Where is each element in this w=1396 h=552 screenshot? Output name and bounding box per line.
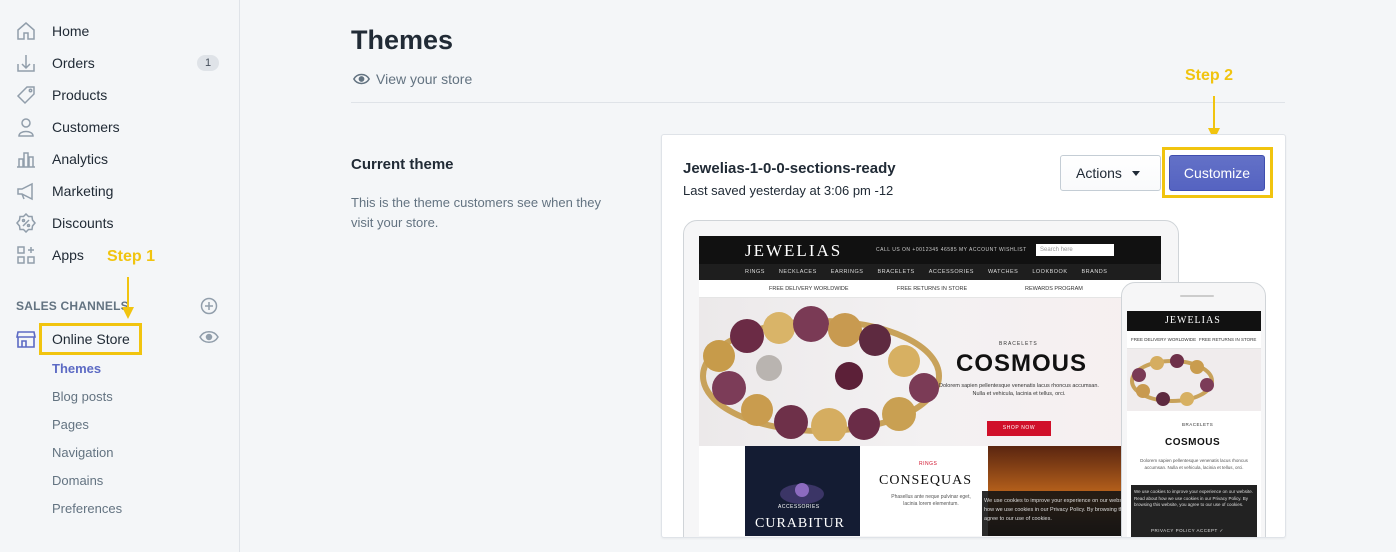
sidebar-item-marketing[interactable]: Marketing	[0, 175, 239, 207]
view-store-label: View your store	[376, 71, 473, 87]
mobile-hero-tag: BRACELETS	[1182, 422, 1214, 427]
preview-header: JEWELIAS CALL US ON +0012345 46585 MY AC…	[699, 236, 1161, 264]
preview-strip-item: FREE RETURNS IN STORE	[897, 286, 968, 292]
discount-icon	[16, 213, 36, 233]
preview-nav-item: BRACELETS	[877, 269, 915, 275]
customize-highlight	[1162, 147, 1273, 198]
sidebar-subitem-preferences[interactable]: Preferences	[52, 501, 122, 516]
orders-count-badge: 1	[197, 55, 219, 71]
preview-strip-item: REWARDS PROGRAM	[1025, 286, 1083, 292]
sidebar-item-label: Discounts	[52, 215, 114, 231]
sidebar-item-label: Products	[52, 87, 108, 103]
preview-tile-accessories: ACCESSORIES CURABITUR	[745, 446, 860, 536]
preview-tile2-name: CONSEQUAS	[879, 473, 973, 488]
mobile-preview-strip: FREE DELIVERY WORLDWIDE FREE RETURNS IN …	[1127, 331, 1261, 349]
step1-label: Step 1	[107, 248, 156, 265]
preview-hero-title: COSMOUS	[956, 350, 1088, 377]
preview-tile1-name: CURABITUR	[755, 516, 845, 531]
gem-image	[780, 483, 824, 504]
mobile-preview-logo: JEWELIAS	[1165, 315, 1221, 326]
preview-hero: BRACELETS COSMOUS Dolorem sapien pellent…	[699, 298, 1161, 446]
sidebar-item-products[interactable]: Products	[0, 79, 239, 111]
preview-strip: FREE DELIVERY WORLDWIDE FREE RETURNS IN …	[699, 280, 1161, 298]
mobile-hero-copy: Dolorem sapien pellentesque venenatis la…	[1140, 458, 1248, 470]
tag-icon	[16, 85, 36, 105]
sidebar-item-customers[interactable]: Customers	[0, 111, 239, 143]
mobile-preview-hero	[1127, 349, 1261, 411]
phone-speaker	[1180, 295, 1214, 297]
mobile-strip-item: FREE DELIVERY WORLDWIDE	[1131, 337, 1197, 342]
sidebar-item-label: Analytics	[52, 151, 109, 167]
sidebar-item-label: Home	[52, 23, 90, 39]
add-sales-channel-icon[interactable]	[200, 297, 218, 315]
online-store-highlight	[39, 323, 142, 355]
preview-shop-now-button: SHOP NOW	[987, 421, 1051, 436]
apps-icon	[16, 245, 36, 265]
sidebar-item-home[interactable]: Home	[0, 15, 239, 47]
actions-dropdown-button[interactable]: Actions	[1060, 155, 1161, 191]
view-online-store-eye-icon[interactable]	[199, 330, 219, 346]
preview-search: Search here	[1036, 244, 1114, 256]
preview-hero-copy: Dolorem sapien pellentesque venenatis la…	[939, 383, 1099, 397]
preview-nav: RINGS NECKLACES EARRINGS BRACELETS ACCES…	[699, 264, 1161, 280]
preview-top-links: CALL US ON +0012345 46585 MY ACCOUNT WIS…	[876, 247, 1027, 253]
sidebar-subitem-pages[interactable]: Pages	[52, 417, 89, 432]
desktop-preview-screen: JEWELIAS CALL US ON +0012345 46585 MY AC…	[699, 236, 1161, 536]
megaphone-icon	[16, 181, 36, 201]
step1-arrow	[122, 277, 134, 319]
page-title: Themes	[351, 25, 454, 55]
preview-nav-item: ACCESSORIES	[928, 269, 974, 275]
sidebar-subitem-navigation[interactable]: Navigation	[52, 445, 113, 460]
current-theme-description: This is the theme customers see when the…	[351, 195, 602, 230]
person-icon	[16, 117, 36, 137]
divider	[351, 102, 1285, 103]
mobile-cookie-buttons: PRIVACY POLICY ACCEPT ✓	[1151, 528, 1224, 533]
sidebar-item-analytics[interactable]: Analytics	[0, 143, 239, 175]
mobile-preview-screen: JEWELIAS FREE DELIVERY WORLDWIDE FREE RE…	[1127, 311, 1261, 537]
sidebar-item-label: Marketing	[52, 183, 114, 199]
view-store-link[interactable]: View your store	[353, 71, 472, 87]
preview-nav-item: LOOKBOOK	[1032, 269, 1068, 275]
sidebar-item-label: Customers	[52, 119, 120, 135]
mobile-hero-title: COSMOUS	[1165, 437, 1221, 448]
sidebar-subitem-domains[interactable]: Domains	[52, 473, 103, 488]
home-icon	[16, 21, 36, 41]
preview-logo: JEWELIAS	[745, 241, 843, 260]
preview-nav-item: BRANDS	[1081, 269, 1108, 275]
sidebar: Home Orders 1 Products Customers Analyti…	[0, 0, 240, 552]
mobile-preview-header: JEWELIAS	[1127, 311, 1261, 331]
sidebar-subitem-themes[interactable]: Themes	[52, 361, 101, 376]
mobile-cookie-text: We use cookies to improve your experienc…	[1134, 489, 1253, 507]
preview-nav-item: EARRINGS	[830, 269, 864, 275]
bracelet-image	[700, 306, 942, 441]
mobile-strip-item: FREE RETURNS IN STORE	[1199, 337, 1257, 342]
store-icon	[16, 329, 36, 349]
sidebar-subitem-blog-posts[interactable]: Blog posts	[52, 389, 113, 404]
eye-icon	[353, 73, 370, 85]
preview-nav-item: RINGS	[745, 269, 765, 275]
preview-strip-item: FREE DELIVERY WORLDWIDE	[769, 286, 849, 292]
actions-label: Actions	[1076, 165, 1122, 181]
mobile-cookie-banner: We use cookies to improve your experienc…	[1131, 485, 1257, 537]
sidebar-item-orders[interactable]: Orders 1	[0, 47, 239, 79]
mobile-bracelet-image	[1130, 354, 1214, 406]
sidebar-item-discounts[interactable]: Discounts	[0, 207, 239, 239]
preview-hero-tag: BRACELETS	[999, 341, 1038, 347]
preview-tile2-copy: Phasellus ante neque pulvinar eget, laci…	[891, 494, 971, 507]
bar-chart-icon	[16, 149, 36, 169]
preview-tile1-tag: ACCESSORIES	[778, 504, 820, 510]
sales-channels-heading: SALES CHANNELS	[16, 299, 129, 313]
step2-label: Step 2	[1185, 67, 1234, 84]
preview-tile-rings: RINGS CONSEQUAS Phasellus ante neque pul…	[871, 446, 988, 536]
preview-nav-item: WATCHES	[987, 269, 1019, 275]
orders-icon	[16, 53, 36, 73]
theme-last-saved: Last saved yesterday at 3:06 pm -12	[683, 183, 894, 198]
caret-down-icon	[1131, 170, 1140, 176]
sidebar-item-label: Orders	[52, 55, 95, 71]
theme-name: Jewelias-1-0-0-sections-ready	[683, 160, 896, 177]
current-theme-heading: Current theme	[351, 156, 454, 173]
preview-tile2-tag: RINGS	[919, 461, 938, 467]
preview-nav-item: NECKLACES	[778, 269, 817, 275]
sidebar-item-label: Apps	[52, 247, 84, 263]
